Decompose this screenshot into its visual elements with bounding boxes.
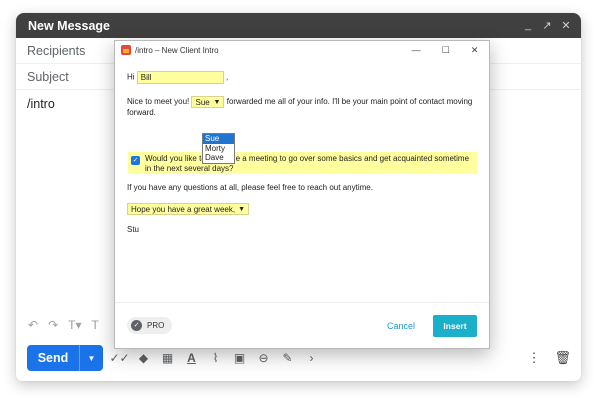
closing-select[interactable]: Hope you have a great week, ▼ xyxy=(127,203,249,215)
send-options-chevron-icon[interactable]: ▼ xyxy=(80,354,103,363)
nice-to-meet-text: Nice to meet you! xyxy=(127,97,190,107)
redo-icon[interactable]: ↷ xyxy=(48,318,58,332)
chevron-down-icon: ▼ xyxy=(213,98,221,106)
insert-button[interactable]: Insert xyxy=(433,314,477,337)
chevron-down-icon: ▼ xyxy=(238,205,246,213)
minimize-icon[interactable]: _ xyxy=(523,19,533,32)
pro-label: PRO xyxy=(147,321,165,330)
compose-title: New Message xyxy=(28,18,110,33)
more-options-icon[interactable]: ⋮ xyxy=(527,350,540,366)
close-icon[interactable]: ✕ xyxy=(561,19,571,32)
send-label: Send xyxy=(37,351,69,365)
greeting-text: Hi xyxy=(127,72,135,82)
text-format-icon[interactable]: A xyxy=(185,351,198,365)
client-name-input[interactable]: Bill xyxy=(136,71,224,84)
message-body[interactable]: /intro xyxy=(27,97,55,111)
questions-text: If you have any questions at all, please… xyxy=(127,183,373,192)
meeting-checkbox-block[interactable]: ✓ Would you like to schedule a meeting t… xyxy=(128,152,477,174)
recipients-placeholder: Recipients xyxy=(27,43,86,58)
app-logo-icon xyxy=(121,45,131,55)
undo-icon[interactable]: ↶ xyxy=(28,318,38,332)
cancel-button[interactable]: Cancel xyxy=(387,321,415,331)
dropdown-option[interactable]: Sue xyxy=(203,134,234,144)
window-minimize-icon[interactable]: — xyxy=(412,45,421,56)
trash-icon[interactable]: 🗑 xyxy=(554,350,571,366)
dialog-titlebar: /intro – New Client Intro — ☐ ✕ xyxy=(115,41,489,59)
referrer-dropdown-list: Sue Morty Dave xyxy=(202,133,235,164)
calendar-icon[interactable]: ▦ xyxy=(161,351,174,365)
forward-word: forward. xyxy=(127,108,156,117)
subject-placeholder: Subject xyxy=(27,69,69,84)
link-icon[interactable]: ⊖ xyxy=(257,351,270,365)
intro-dialog: /intro – New Client Intro — ☐ ✕ Hi Bill … xyxy=(114,40,490,349)
popout-icon[interactable]: ↗ xyxy=(542,19,552,32)
attach-icon[interactable]: ⌇ xyxy=(209,351,222,365)
meeting-text: Would you like to schedule a meeting to … xyxy=(145,154,470,173)
signature-text: Stu xyxy=(127,225,140,234)
referrer-selected-value: Sue xyxy=(195,97,210,107)
forwarded-text: forwarded me all of your info. I'll be y… xyxy=(226,97,473,107)
comma-text: , xyxy=(226,72,229,82)
window-close-icon[interactable]: ✕ xyxy=(471,45,479,56)
layers-icon[interactable]: ◆ xyxy=(137,351,150,365)
shield-icon: ✓ xyxy=(131,320,142,331)
dropdown-option[interactable]: Morty xyxy=(203,144,234,154)
dropdown-option[interactable]: Dave xyxy=(203,153,234,163)
font-size-icon[interactable]: T xyxy=(91,318,98,332)
pen-icon[interactable]: ✎ xyxy=(281,351,294,365)
dialog-footer: ✓ PRO Cancel Insert xyxy=(115,302,489,348)
formatting-row: ↶ ↷ T▾ T xyxy=(28,318,99,332)
referrer-select[interactable]: Sue ▼ xyxy=(191,96,225,108)
send-button[interactable]: Send ▼ xyxy=(27,345,103,371)
dialog-title: /intro – New Client Intro xyxy=(135,45,219,55)
closing-selected-value: Hope you have a great week, xyxy=(131,204,236,214)
photo-icon[interactable]: ▣ xyxy=(233,351,246,365)
compose-header: New Message _ ↗ ✕ xyxy=(16,13,581,38)
pro-badge[interactable]: ✓ PRO xyxy=(127,317,173,334)
double-check-icon[interactable]: ✓✓ xyxy=(109,351,129,365)
font-icon[interactable]: T▾ xyxy=(68,318,81,332)
more-arrow-icon[interactable]: › xyxy=(305,351,318,365)
meeting-checkbox[interactable]: ✓ xyxy=(131,156,140,165)
window-maximize-icon[interactable]: ☐ xyxy=(442,45,450,56)
